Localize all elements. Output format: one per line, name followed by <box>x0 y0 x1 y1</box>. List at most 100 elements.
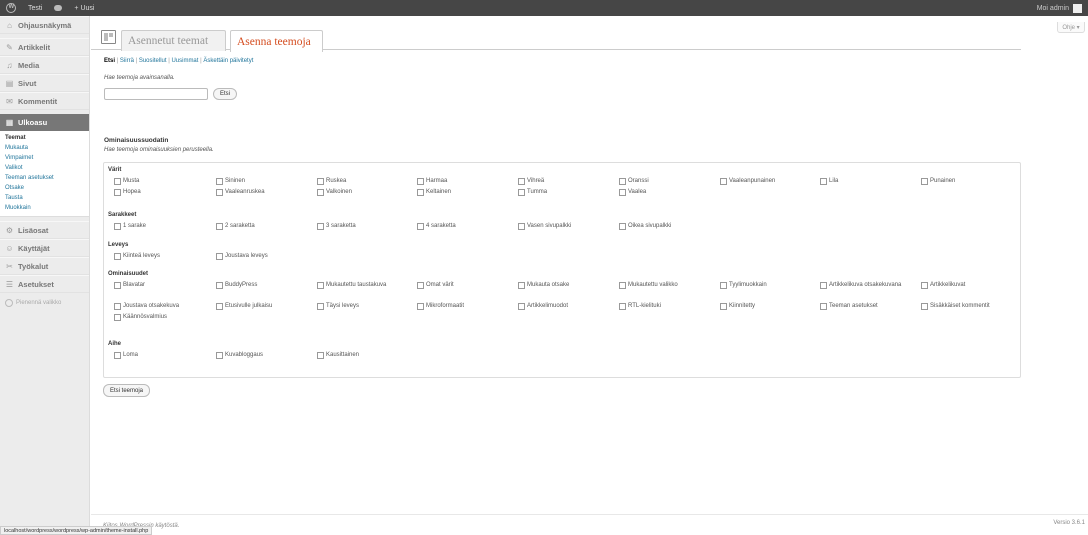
filter-checkbox[interactable]: 3 saraketta <box>317 223 412 230</box>
filter-checkbox[interactable]: Vasen sivupalkki <box>518 223 613 230</box>
subnav-link[interactable]: Uusimmat <box>171 58 198 64</box>
filter-checkbox[interactable]: Joustava leveys <box>216 253 311 260</box>
checkbox-square[interactable] <box>518 282 525 289</box>
menu-dashboard[interactable]: ⌂ Ohjausnäkymä <box>0 16 89 34</box>
checkbox-square[interactable] <box>720 282 727 289</box>
checkbox-square[interactable] <box>317 352 324 359</box>
filter-checkbox[interactable]: Vaaleanruskea <box>216 189 311 196</box>
checkbox-square[interactable] <box>518 189 525 196</box>
submenu-menus[interactable]: Valikot <box>0 163 89 173</box>
filter-checkbox[interactable]: Etusivulle julkaisu <box>216 303 311 310</box>
filter-checkbox[interactable]: RTL-kielituki <box>619 303 714 310</box>
menu-plugins[interactable]: ⚙ Lisäosat <box>0 221 89 239</box>
submenu-themes[interactable]: Teemat <box>0 133 89 143</box>
submenu-background[interactable]: Tausta <box>0 193 89 203</box>
filter-checkbox[interactable]: Täysi leveys <box>317 303 412 310</box>
submenu-widgets[interactable]: Vimpaimet <box>0 153 89 163</box>
filter-checkbox[interactable]: Loma <box>114 352 209 359</box>
filter-checkbox[interactable]: Omat värit <box>417 282 512 289</box>
checkbox-square[interactable] <box>317 303 324 310</box>
checkbox-square[interactable] <box>619 178 626 185</box>
checkbox-square[interactable] <box>820 282 827 289</box>
filter-checkbox[interactable]: Vihreä <box>518 178 613 185</box>
filter-checkbox[interactable]: Kiinteä leveys <box>114 253 209 260</box>
submenu-editor[interactable]: Muokkain <box>0 203 89 213</box>
filter-checkbox[interactable]: Oikea sivupalkki <box>619 223 714 230</box>
checkbox-square[interactable] <box>417 223 424 230</box>
filter-checkbox[interactable]: Blavatar <box>114 282 209 289</box>
subnav-link[interactable]: Suositellut <box>139 58 167 64</box>
site-name-link[interactable]: Testi <box>22 0 48 16</box>
filter-checkbox[interactable]: Artikkelikuvat <box>921 282 1016 289</box>
filter-checkbox[interactable]: Artikkelimuodot <box>518 303 613 310</box>
account-menu[interactable]: Moi admin <box>1037 3 1088 13</box>
checkbox-square[interactable] <box>114 282 121 289</box>
menu-tools[interactable]: ✂ Työkalut <box>0 257 89 275</box>
new-content-menu[interactable]: + Uusi <box>68 0 100 16</box>
filter-checkbox[interactable]: 1 sarake <box>114 223 209 230</box>
checkbox-square[interactable] <box>921 282 928 289</box>
checkbox-square[interactable] <box>921 303 928 310</box>
filter-checkbox[interactable]: Artikkelikuva otsakekuvana <box>820 282 915 289</box>
menu-comments[interactable]: ✉ Kommentit <box>0 92 89 110</box>
checkbox-square[interactable] <box>619 282 626 289</box>
checkbox-square[interactable] <box>820 303 827 310</box>
filter-checkbox[interactable]: Hopea <box>114 189 209 196</box>
menu-appearance[interactable]: ▦ Ulkoasu <box>0 114 89 131</box>
filter-checkbox[interactable]: Kiinnitetty <box>720 303 815 310</box>
filter-checkbox[interactable]: Joustava otsakekuva <box>114 303 209 310</box>
filter-checkbox[interactable]: Mukautettu valikko <box>619 282 714 289</box>
checkbox-square[interactable] <box>216 223 223 230</box>
checkbox-square[interactable] <box>518 303 525 310</box>
filter-checkbox[interactable]: Mukauta otsake <box>518 282 613 289</box>
filter-checkbox[interactable]: Teeman asetukset <box>820 303 915 310</box>
checkbox-square[interactable] <box>820 178 827 185</box>
filter-checkbox[interactable]: 2 saraketta <box>216 223 311 230</box>
filter-checkbox[interactable]: Sisäkkäiset kommentit <box>921 303 1016 310</box>
checkbox-square[interactable] <box>216 253 223 260</box>
checkbox-square[interactable] <box>417 282 424 289</box>
comments-link[interactable] <box>48 0 68 16</box>
submenu-customize[interactable]: Mukauta <box>0 143 89 153</box>
filter-checkbox[interactable]: BuddyPress <box>216 282 311 289</box>
find-themes-button[interactable]: Etsi teemoja <box>103 384 150 397</box>
checkbox-square[interactable] <box>114 352 121 359</box>
checkbox-square[interactable] <box>921 178 928 185</box>
checkbox-square[interactable] <box>114 223 121 230</box>
checkbox-square[interactable] <box>114 314 121 321</box>
checkbox-square[interactable] <box>518 178 525 185</box>
filter-checkbox[interactable]: Ruskea <box>317 178 412 185</box>
filter-checkbox[interactable]: Kuvabloggaus <box>216 352 311 359</box>
subnav-link[interactable]: Etsi <box>104 58 115 64</box>
checkbox-square[interactable] <box>317 282 324 289</box>
filter-checkbox[interactable]: Mikroformaatit <box>417 303 512 310</box>
filter-checkbox[interactable]: Sininen <box>216 178 311 185</box>
checkbox-square[interactable] <box>317 178 324 185</box>
filter-checkbox[interactable]: Valkoinen <box>317 189 412 196</box>
search-button[interactable]: Etsi <box>213 88 237 100</box>
checkbox-square[interactable] <box>619 303 626 310</box>
checkbox-square[interactable] <box>619 189 626 196</box>
filter-checkbox[interactable]: Harmaa <box>417 178 512 185</box>
checkbox-square[interactable] <box>216 178 223 185</box>
tab-installed-themes[interactable]: Asennetut teemat <box>121 30 226 51</box>
menu-users[interactable]: ☺ Käyttäjät <box>0 239 89 257</box>
filter-checkbox[interactable]: Musta <box>114 178 209 185</box>
search-input[interactable] <box>104 88 208 100</box>
filter-checkbox[interactable]: Keltainen <box>417 189 512 196</box>
checkbox-square[interactable] <box>619 223 626 230</box>
collapse-menu-button[interactable]: Pienennä valikko <box>0 293 89 307</box>
menu-pages[interactable]: ▤ Sivut <box>0 74 89 92</box>
filter-checkbox[interactable]: Mukautettu taustakuva <box>317 282 412 289</box>
checkbox-square[interactable] <box>317 189 324 196</box>
filter-checkbox[interactable]: Vaaleanpunainen <box>720 178 815 185</box>
checkbox-square[interactable] <box>216 303 223 310</box>
checkbox-square[interactable] <box>417 178 424 185</box>
checkbox-square[interactable] <box>216 282 223 289</box>
checkbox-square[interactable] <box>216 189 223 196</box>
menu-posts[interactable]: ✎ Artikkelit <box>0 38 89 56</box>
filter-checkbox[interactable]: Kausittainen <box>317 352 412 359</box>
wordpress-logo-menu[interactable] <box>0 0 22 16</box>
filter-checkbox[interactable]: Punainen <box>921 178 1016 185</box>
checkbox-square[interactable] <box>114 178 121 185</box>
